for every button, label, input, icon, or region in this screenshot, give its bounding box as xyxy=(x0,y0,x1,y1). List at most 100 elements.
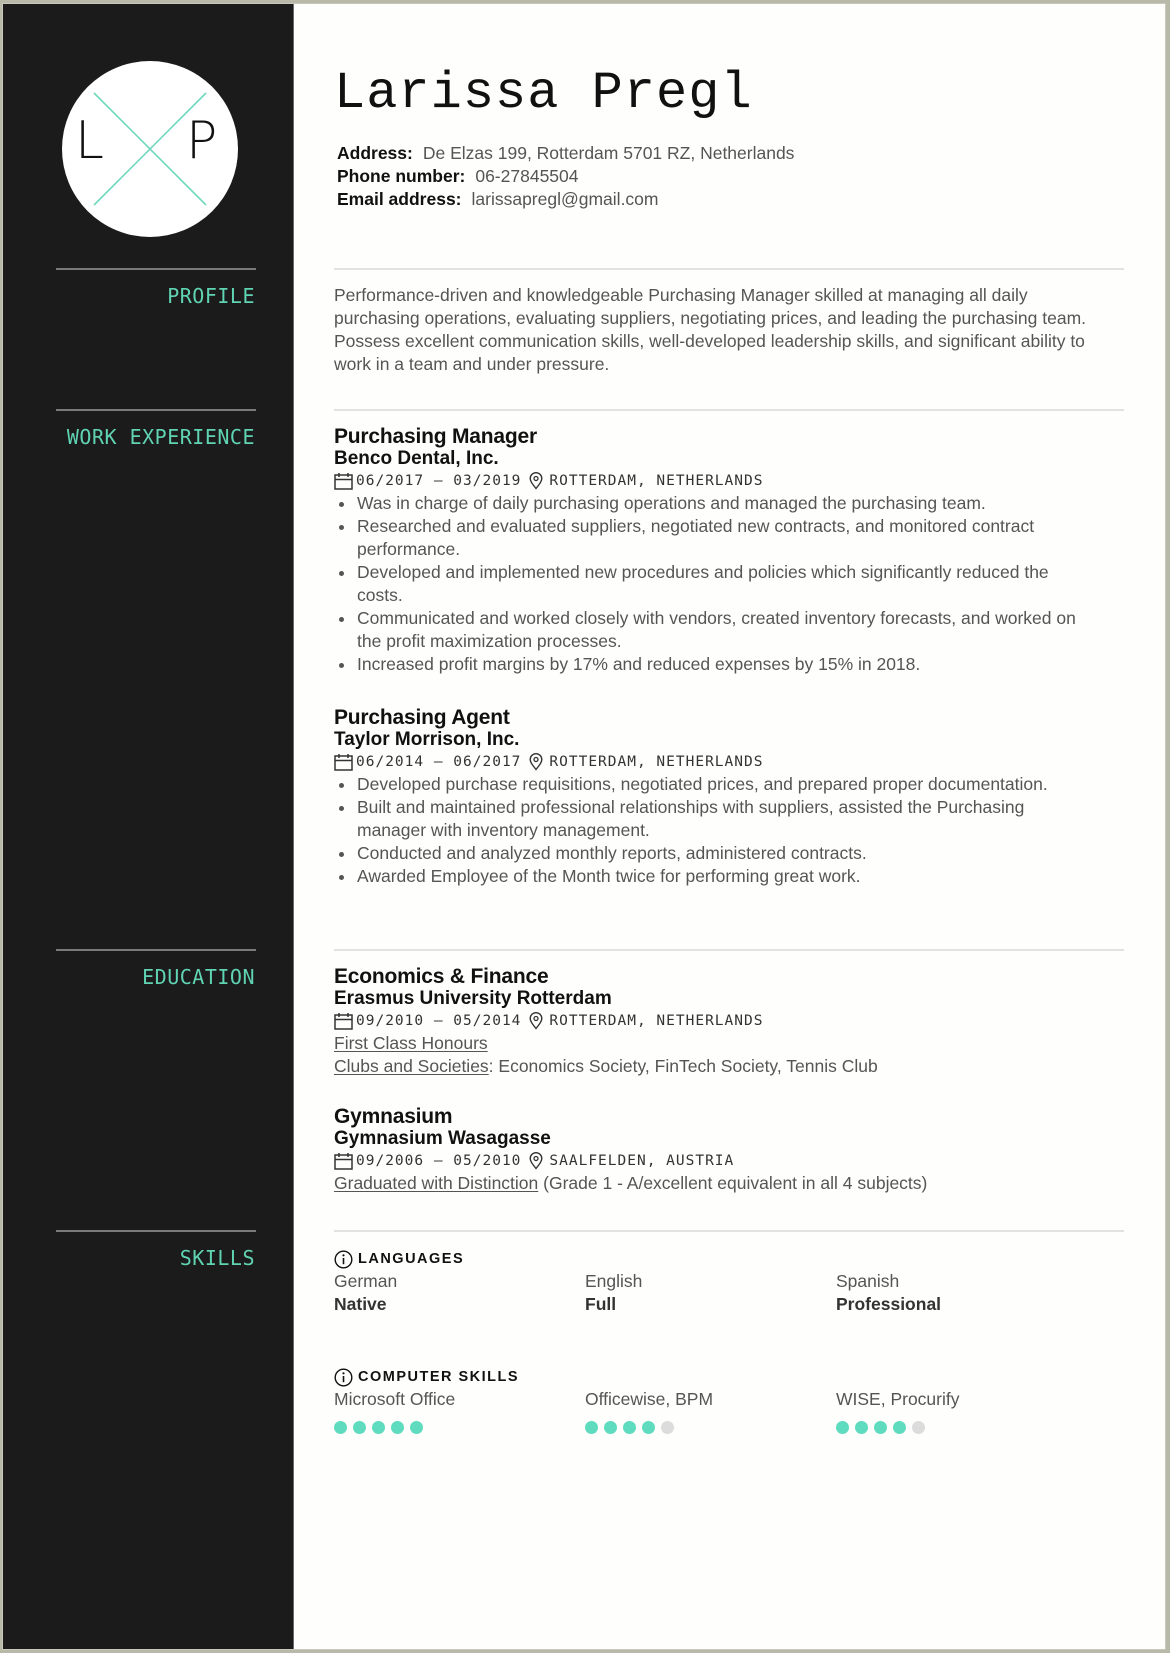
job-title: Purchasing Manager xyxy=(334,425,537,448)
rating-dot-empty xyxy=(912,1421,925,1434)
language-item: English Full xyxy=(585,1270,836,1316)
education-clubs: Clubs and Societies: Economics Society, … xyxy=(334,1055,1094,1078)
sidebar-divider xyxy=(56,409,256,411)
computer-skill-name: WISE, Procurify xyxy=(836,1389,960,1409)
section-label-education: EDUCATION xyxy=(142,965,255,989)
sidebar-divider xyxy=(56,268,256,270)
education-entry: Economics & Finance Erasmus University R… xyxy=(334,966,1094,1078)
sidebar-divider xyxy=(56,949,256,951)
languages-group: LANGUAGES German Native English Full Spani… xyxy=(334,1248,1094,1316)
rating-dot-filled xyxy=(642,1421,655,1434)
education-location: SAALFELDEN, AUSTRIA xyxy=(549,1153,735,1169)
location-pin-icon xyxy=(529,1012,543,1030)
job-dates: 06/2017 – 03/2019 xyxy=(356,473,522,489)
job-location: ROTTERDAM, NETHERLANDS xyxy=(549,473,764,489)
degree-title: Economics & Finance xyxy=(334,965,549,988)
school-name: Erasmus University Rotterdam xyxy=(334,988,612,1009)
language-item: German Native xyxy=(334,1270,585,1316)
computer-skill-name: Microsoft Office xyxy=(334,1389,456,1409)
contact-email: Email address: larissapregl@gmail.com xyxy=(337,188,794,211)
job-meta: 06/2017 – 03/2019 ROTTERDAM, NETHERLANDS xyxy=(334,470,1094,492)
job-responsibilities: Was in charge of daily purchasing operat… xyxy=(334,492,1094,676)
job-title: Purchasing Agent xyxy=(334,706,510,729)
languages-heading: LANGUAGES xyxy=(334,1248,1094,1270)
computer-skills-heading: COMPUTER SKILLS xyxy=(334,1366,1094,1388)
language-level: Native xyxy=(334,1294,387,1314)
list-item: Awarded Employee of the Month twice for … xyxy=(334,865,1094,888)
address-value: De Elzas 199, Rotterdam 5701 RZ, Netherl… xyxy=(422,143,795,163)
education-dates: 09/2006 – 05/2010 xyxy=(356,1153,522,1169)
location-pin-icon xyxy=(529,753,543,771)
list-item: Researched and evaluated suppliers, nego… xyxy=(334,515,1094,561)
email-label: Email address: xyxy=(337,189,462,209)
rating-dot-filled xyxy=(855,1421,868,1434)
language-level: Professional xyxy=(836,1294,942,1314)
list-item: Was in charge of daily purchasing operat… xyxy=(334,492,1094,515)
language-name: English xyxy=(585,1271,643,1291)
work-entry: Purchasing Manager Benco Dental, Inc. 06… xyxy=(334,426,1094,676)
location-pin-icon xyxy=(529,472,543,490)
company-name: Benco Dental, Inc. xyxy=(334,448,499,469)
clubs-label: Clubs and Societies xyxy=(334,1056,489,1076)
contact-info: Address: De Elzas 199, Rotterdam 5701 RZ,… xyxy=(337,142,794,211)
location-pin-icon xyxy=(529,1152,543,1170)
work-entry: Purchasing Agent Taylor Morrison, Inc. 0… xyxy=(334,707,1094,888)
education-meta: 09/2010 – 05/2014 ROTTERDAM, NETHERLANDS xyxy=(334,1010,1094,1032)
company-name: Taylor Morrison, Inc. xyxy=(334,729,520,750)
education-dates: 09/2010 – 05/2014 xyxy=(356,1013,522,1029)
rating-dot-filled xyxy=(874,1421,887,1434)
job-location: ROTTERDAM, NETHERLANDS xyxy=(549,754,764,770)
language-level: Full xyxy=(585,1294,617,1314)
sidebar-divider xyxy=(56,1230,256,1232)
skill-rating xyxy=(585,1421,836,1434)
calendar-icon xyxy=(334,473,353,490)
computer-skill-item: Microsoft Office xyxy=(334,1388,585,1434)
calendar-icon xyxy=(334,1153,353,1170)
list-item: Conducted and analyzed monthly reports, … xyxy=(334,842,1094,865)
rating-dot-filled xyxy=(353,1421,366,1434)
computer-skill-item: Officewise, BPM xyxy=(585,1388,836,1434)
computer-skill-name: Officewise, BPM xyxy=(585,1389,714,1409)
rating-dot-filled xyxy=(410,1421,423,1434)
computer-skills-group: COMPUTER SKILLS Microsoft Office Officew… xyxy=(334,1366,1094,1434)
clubs-value: : Economics Society, FinTech Society, Te… xyxy=(488,1056,878,1076)
phone-value: 06-27845504 xyxy=(475,166,579,186)
list-item: Developed purchase requisitions, negotia… xyxy=(334,773,1094,796)
language-name: German xyxy=(334,1271,398,1291)
skill-rating xyxy=(836,1421,1087,1434)
rating-dot-filled xyxy=(334,1421,347,1434)
rating-dot-filled xyxy=(623,1421,636,1434)
job-responsibilities: Developed purchase requisitions, negotia… xyxy=(334,773,1094,888)
contact-address: Address: De Elzas 199, Rotterdam 5701 RZ,… xyxy=(337,142,794,165)
language-name: Spanish xyxy=(836,1271,900,1291)
profile-summary: Performance-driven and knowledgeable Pur… xyxy=(334,285,1087,374)
honour-note: (Grade 1 - A/excellent equivalent in all… xyxy=(538,1173,928,1193)
languages-label: LANGUAGES xyxy=(358,1251,465,1267)
rating-dot-filled xyxy=(893,1421,906,1434)
rating-dot-empty xyxy=(661,1421,674,1434)
rating-dot-filled xyxy=(391,1421,404,1434)
address-label: Address: xyxy=(337,143,413,163)
info-icon xyxy=(334,1367,353,1387)
resume-page: L P PROFILE WORK EXPERIENCE EDUCATION SK… xyxy=(2,3,1166,1650)
section-divider xyxy=(334,1230,1124,1232)
rating-dot-filled xyxy=(836,1421,849,1434)
contact-phone: Phone number: 06-27845504 xyxy=(337,165,794,188)
calendar-icon xyxy=(334,1013,353,1030)
language-item: Spanish Professional xyxy=(836,1270,1087,1316)
section-label-work-experience: WORK EXPERIENCE xyxy=(66,425,255,449)
list-item: Communicated and worked closely with ven… xyxy=(334,607,1094,653)
section-divider xyxy=(334,268,1124,270)
education-honour: First Class Honours xyxy=(334,1032,1094,1055)
job-meta: 06/2014 – 06/2017 ROTTERDAM, NETHERLANDS xyxy=(334,751,1094,773)
section-divider xyxy=(334,949,1124,951)
list-item: Built and maintained professional relati… xyxy=(334,796,1094,842)
phone-label: Phone number: xyxy=(337,166,466,186)
computer-skill-item: WISE, Procurify xyxy=(836,1388,1087,1434)
list-item: Increased profit margins by 17% and redu… xyxy=(334,653,1094,676)
education-honour: Graduated with Distinction (Grade 1 - A/… xyxy=(334,1172,1094,1195)
info-icon xyxy=(334,1249,353,1269)
calendar-icon xyxy=(334,754,353,771)
school-name: Gymnasium Wasagasse xyxy=(334,1128,551,1149)
monogram-first-initial: L xyxy=(75,111,104,171)
